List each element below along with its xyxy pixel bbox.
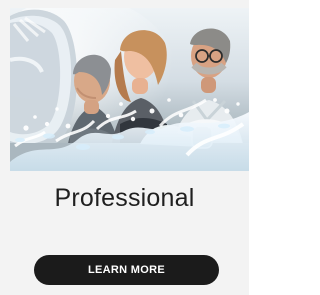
card-title: Professional bbox=[54, 184, 195, 212]
professional-people-water-image bbox=[10, 8, 249, 171]
hero-image bbox=[10, 8, 249, 171]
product-card: Professional LEARN MORE bbox=[0, 0, 249, 295]
learn-more-button[interactable]: LEARN MORE bbox=[34, 255, 219, 285]
